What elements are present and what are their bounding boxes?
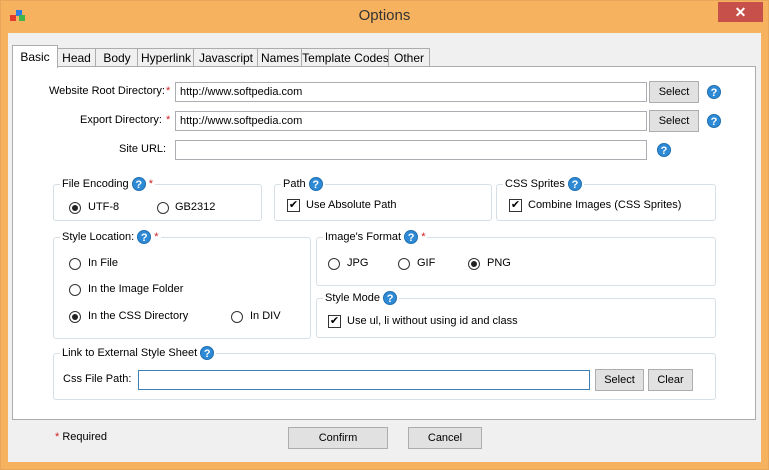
use-ul-li-label: Use ul, li without using id and class	[347, 315, 518, 327]
style-location-title: Style Location: ? *	[60, 230, 161, 244]
export-dir-label: Export Directory:	[80, 114, 162, 126]
required-note: * Required	[55, 431, 107, 443]
dialog-body: Basic Head Body Hyperlink Javascript Nam…	[8, 33, 761, 462]
external-style-group: Link to External Style Sheet ? Css File …	[53, 346, 716, 400]
css-path-input[interactable]	[138, 370, 590, 390]
radio-css-directory-label: In the CSS Directory	[88, 310, 189, 322]
css-path-label: Css File Path:	[63, 373, 132, 385]
path-title: Path ?	[281, 177, 325, 191]
radio-gb2312[interactable]	[157, 202, 169, 214]
root-dir-select-button[interactable]: Select	[649, 81, 699, 103]
radio-image-folder-label: In the Image Folder	[88, 283, 184, 295]
site-url-label: Site URL:	[119, 143, 167, 155]
radio-image-folder[interactable]	[69, 284, 81, 296]
root-dir-required-mark: *	[166, 85, 171, 97]
style-mode-help-icon[interactable]: ?	[383, 291, 398, 305]
tab-other[interactable]: Other	[388, 48, 430, 67]
root-dir-input[interactable]: http://www.softpedia.com	[175, 82, 647, 102]
radio-css-directory[interactable]	[69, 311, 81, 323]
path-help-icon[interactable]: ?	[308, 177, 323, 191]
css-path-select-button[interactable]: Select	[595, 369, 644, 391]
combine-images-label: Combine Images (CSS Sprites)	[528, 199, 682, 211]
css-sprites-title: CSS Sprites ?	[503, 177, 584, 191]
close-button[interactable]: ✕	[718, 2, 763, 22]
cancel-button[interactable]: Cancel	[408, 427, 482, 449]
basic-tab-page: Website Root Directory: * http://www.sof…	[12, 66, 756, 420]
radio-gb2312-label: GB2312	[175, 201, 216, 213]
options-window: Options ✕ Basic Head Body Hyperlink Java…	[0, 0, 769, 470]
combine-images-checkbox[interactable]: ✔	[509, 199, 522, 212]
external-style-help-icon[interactable]: ?	[200, 346, 215, 360]
root-dir-help-icon[interactable]: ?	[707, 85, 721, 99]
window-title: Options	[358, 7, 411, 24]
css-sprites-help-icon[interactable]: ?	[567, 177, 582, 191]
radio-png-label: PNG	[487, 257, 511, 269]
style-mode-group: Style Mode ? ✔ Use ul, li without using …	[316, 291, 716, 338]
root-dir-label: Website Root Directory:	[49, 85, 165, 97]
path-group: Path ? ✔ Use Absolute Path	[274, 177, 492, 221]
export-dir-required-mark: *	[166, 114, 171, 126]
file-encoding-help-icon[interactable]: ?	[131, 177, 146, 191]
image-format-group: Image's Format ? * JPG GIF PNG	[316, 230, 716, 286]
tab-body[interactable]: Body	[95, 48, 139, 67]
style-location-group: Style Location: ? * In File In the Image…	[53, 230, 311, 339]
radio-utf8-label: UTF-8	[88, 201, 120, 213]
site-url-help-icon[interactable]: ?	[657, 143, 671, 157]
tab-names[interactable]: Names	[257, 48, 303, 67]
radio-gif-label: GIF	[417, 257, 436, 269]
tab-basic[interactable]: Basic	[12, 45, 58, 68]
file-encoding-title: File Encoding ? *	[60, 177, 156, 191]
tab-template-codes[interactable]: Template Codes	[301, 48, 390, 67]
radio-in-div-label: In DIV	[250, 310, 281, 322]
radio-gif[interactable]	[398, 258, 410, 270]
external-style-title: Link to External Style Sheet ?	[60, 346, 217, 360]
radio-in-file[interactable]	[69, 258, 81, 270]
file-encoding-group: File Encoding ? * UTF-8 GB2312	[53, 177, 262, 221]
radio-utf8[interactable]	[69, 202, 81, 214]
radio-jpg[interactable]	[328, 258, 340, 270]
use-absolute-path-label: Use Absolute Path	[306, 199, 397, 211]
css-sprites-group: CSS Sprites ? ✔ Combine Images (CSS Spri…	[496, 177, 716, 221]
radio-in-div[interactable]	[231, 311, 243, 323]
image-format-title: Image's Format ? *	[323, 230, 428, 244]
radio-in-file-label: In File	[88, 257, 118, 269]
site-url-input[interactable]	[175, 140, 647, 160]
image-format-help-icon[interactable]: ?	[404, 230, 419, 244]
confirm-button[interactable]: Confirm	[288, 427, 388, 449]
css-path-clear-button[interactable]: Clear	[648, 369, 693, 391]
tab-hyperlink[interactable]: Hyperlink	[137, 48, 195, 67]
export-dir-help-icon[interactable]: ?	[707, 114, 721, 128]
tab-javascript[interactable]: Javascript	[193, 48, 259, 67]
use-absolute-path-checkbox[interactable]: ✔	[287, 199, 300, 212]
export-dir-input[interactable]: http://www.softpedia.com	[175, 111, 647, 131]
radio-png[interactable]	[468, 258, 480, 270]
export-dir-select-button[interactable]: Select	[649, 110, 699, 132]
use-ul-li-checkbox[interactable]: ✔	[328, 315, 341, 328]
radio-jpg-label: JPG	[347, 257, 369, 269]
tab-head[interactable]: Head	[56, 48, 97, 67]
style-location-help-icon[interactable]: ?	[137, 230, 152, 244]
style-mode-title: Style Mode ?	[323, 291, 400, 305]
title-bar[interactable]: Options ✕	[1, 1, 768, 33]
